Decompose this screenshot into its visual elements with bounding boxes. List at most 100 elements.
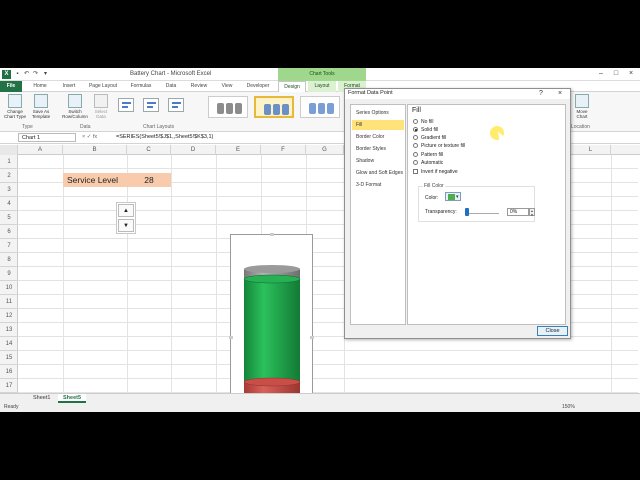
chart-style-3[interactable] (300, 96, 340, 118)
row-header[interactable]: 6 (0, 225, 18, 239)
cell-service-level-label[interactable]: Service Level (63, 173, 127, 187)
radio-solid-fill[interactable]: Solid fill (413, 127, 438, 133)
formula-text[interactable]: =SERIES(Sheet5!$J$1,,Sheet5!$K$3,1) (116, 134, 213, 140)
tab-formulas[interactable]: Formulas (126, 81, 156, 92)
battery-chart[interactable] (229, 233, 314, 412)
save-icon[interactable]: ▪ (14, 71, 21, 78)
spin-down-icon[interactable]: ▼ (118, 219, 134, 232)
dialog-close-icon[interactable]: × (555, 89, 565, 99)
nav-border-color[interactable]: Border Color (352, 132, 404, 142)
redo-icon[interactable]: ↷ (32, 71, 39, 78)
radio-icon[interactable] (413, 135, 418, 141)
radio-icon[interactable] (413, 152, 418, 158)
col-header-f[interactable]: F (261, 145, 306, 155)
row-header[interactable]: 13 (0, 323, 18, 337)
transparency-slider-track[interactable] (467, 213, 499, 214)
nav-border-styles[interactable]: Border Styles (352, 144, 404, 154)
col-header-b[interactable]: B (63, 145, 127, 155)
row-header[interactable]: 8 (0, 253, 18, 267)
dialog-titlebar[interactable]: Format Data Point ? × (345, 89, 570, 99)
help-icon[interactable]: ? (536, 89, 546, 99)
tab-view[interactable]: View (216, 81, 238, 92)
nav-glow-soft-edges[interactable]: Glow and Soft Edges (352, 168, 404, 178)
select-all-corner[interactable] (0, 145, 18, 155)
radio-pattern-fill[interactable]: Pattern fill (413, 152, 443, 158)
row-header[interactable]: 12 (0, 309, 18, 323)
layout-thumb-3[interactable] (168, 98, 184, 112)
sheet-tab-sheet5[interactable]: Sheet5 (58, 394, 87, 403)
tab-file[interactable]: File (0, 81, 22, 92)
row-header[interactable]: 1 (0, 155, 18, 169)
cell-service-level-value[interactable]: 28 (127, 173, 171, 187)
transparency-spinner-icon[interactable]: ▲ ▼ (529, 208, 535, 217)
tab-developer[interactable]: Developer (242, 81, 274, 92)
qat-dropdown-icon[interactable]: ▾ (42, 71, 49, 78)
row-header[interactable]: 4 (0, 197, 18, 211)
switch-row-column-button[interactable]: Switch Row/Column (60, 94, 90, 119)
spin-up-icon[interactable]: ▲ (118, 204, 134, 217)
col-header-l[interactable]: L (571, 145, 611, 155)
radio-selected-icon[interactable] (413, 127, 418, 133)
layout-thumb-1[interactable] (118, 98, 134, 112)
tab-insert[interactable]: Insert (56, 81, 82, 92)
resize-handle[interactable] (229, 336, 233, 339)
nav-shadow[interactable]: Shadow (352, 156, 404, 166)
col-header-g[interactable]: G (306, 145, 344, 155)
resize-handle[interactable] (310, 336, 314, 339)
spin-button-control[interactable]: ▲ ▼ (116, 202, 136, 234)
row-header[interactable]: 5 (0, 211, 18, 225)
tab-review[interactable]: Review (186, 81, 212, 92)
chart-style-2[interactable] (254, 96, 294, 118)
tab-home[interactable]: Home (28, 81, 52, 92)
color-picker-button[interactable]: ▾ (445, 192, 461, 201)
move-chart-button[interactable]: Move Chart (572, 94, 592, 119)
radio-gradient-fill[interactable]: Gradient fill (413, 135, 446, 141)
battery-cylinder[interactable] (242, 263, 302, 412)
row-header[interactable]: 2 (0, 169, 18, 183)
tab-layout[interactable]: Layout (308, 81, 336, 92)
maximize-icon[interactable]: □ (609, 69, 623, 79)
tab-data[interactable]: Data (160, 81, 182, 92)
change-chart-type-button[interactable]: Change Chart Type (3, 94, 27, 119)
radio-automatic[interactable]: Automatic (413, 160, 443, 166)
green-segment[interactable] (244, 279, 300, 382)
radio-icon[interactable] (413, 160, 418, 166)
row-header[interactable]: 9 (0, 267, 18, 281)
invert-if-negative-checkbox[interactable]: Invert if negative (413, 169, 458, 175)
close-button[interactable]: Close (537, 326, 568, 336)
row-header[interactable]: 7 (0, 239, 18, 253)
col-header-e[interactable]: E (216, 145, 261, 155)
nav-3d-format[interactable]: 3-D Format (352, 180, 404, 190)
row-header[interactable]: 10 (0, 281, 18, 295)
undo-icon[interactable]: ↶ (23, 71, 30, 78)
col-header-c[interactable]: C (127, 145, 171, 155)
checkbox-icon[interactable] (413, 169, 418, 175)
minimize-icon[interactable]: – (594, 69, 608, 79)
fx-icon[interactable]: × ✓ fx (82, 134, 97, 140)
chart-style-1[interactable] (208, 96, 248, 118)
row-header[interactable]: 15 (0, 351, 18, 365)
select-data-button[interactable]: Select Data (92, 94, 110, 119)
col-header-a[interactable]: A (18, 145, 63, 155)
col-header-d[interactable]: D (171, 145, 216, 155)
nav-series-options[interactable]: Series Options (352, 108, 404, 118)
layout-thumb-2[interactable] (143, 98, 159, 112)
sheet-tab-sheet1[interactable]: Sheet1 (28, 394, 55, 403)
zoom-level[interactable]: 150% (562, 403, 575, 412)
row-header[interactable]: 17 (0, 379, 18, 393)
row-header[interactable]: 3 (0, 183, 18, 197)
row-header[interactable]: 14 (0, 337, 18, 351)
tab-design[interactable]: Design (278, 81, 306, 92)
radio-icon[interactable] (413, 119, 418, 125)
tab-page-layout[interactable]: Page Layout (84, 81, 122, 92)
row-header[interactable]: 11 (0, 295, 18, 309)
transparency-input[interactable]: 0% (507, 208, 529, 216)
nav-fill[interactable]: Fill (352, 120, 404, 130)
radio-no-fill[interactable]: No fill (413, 119, 434, 125)
resize-handle[interactable] (270, 233, 274, 236)
row-header[interactable]: 16 (0, 365, 18, 379)
radio-icon[interactable] (413, 143, 418, 149)
name-box[interactable]: Chart 1 (18, 133, 76, 142)
transparency-slider-thumb[interactable] (465, 208, 469, 216)
radio-picture-fill[interactable]: Picture or texture fill (413, 143, 465, 149)
